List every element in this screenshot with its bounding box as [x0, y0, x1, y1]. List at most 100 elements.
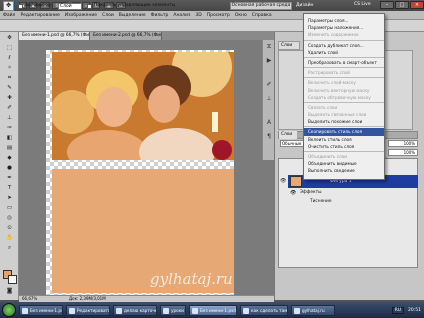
menu-item-0[interactable]: Файл: [3, 13, 15, 18]
language-indicator[interactable]: RU: [391, 306, 405, 314]
taskbar-app-icon: [192, 307, 198, 314]
menu-item-3[interactable]: Слои: [102, 13, 114, 18]
taskbar-button-label: gylhataj.ru: [302, 307, 325, 313]
minimize-button[interactable]: –: [380, 1, 394, 9]
crop-tool-icon[interactable]: ⌗: [3, 74, 16, 83]
zoom-tool-box-icon[interactable]: ⌕: [3, 244, 16, 253]
brush-tool-icon[interactable]: ✐: [3, 104, 16, 113]
close-button[interactable]: ×: [410, 1, 424, 9]
transform-controls-label: Показать управляющие элементы: [94, 3, 176, 8]
taskbar-button-label: как сделать тамб...: [251, 307, 288, 313]
gradient-tool-icon[interactable]: ▤: [3, 144, 16, 153]
effects-visibility-eye-icon[interactable]: 👁: [290, 190, 296, 196]
3d-rotate-icon[interactable]: ◎: [3, 214, 16, 223]
actions-panel-icon[interactable]: ▶: [264, 56, 274, 66]
paragraph-panel-icon[interactable]: ¶: [264, 132, 274, 142]
menu-item-9[interactable]: Окно: [235, 13, 247, 18]
hand-tool-box-icon[interactable]: ✋: [3, 234, 16, 243]
move-tool-preset-icon[interactable]: ✥: [3, 1, 14, 11]
autoselect-select[interactable]: Слой: [58, 3, 82, 10]
transform-controls-checkbox[interactable]: [87, 4, 92, 9]
menu-item-5[interactable]: Фильтр: [151, 13, 169, 18]
clone-stamp-icon[interactable]: ⊥: [3, 114, 16, 123]
blur-tool-icon[interactable]: ◆: [3, 154, 16, 163]
context-menu-item[interactable]: Выполнить сведение: [304, 167, 384, 174]
eraser-tool-icon[interactable]: ◧: [3, 134, 16, 143]
menu-item-2[interactable]: Изображение: [65, 13, 97, 18]
taskbar-button[interactable]: Без имени-1.psd ...: [19, 304, 63, 316]
layer-thumbnail[interactable]: [290, 176, 302, 187]
workspace-design-button[interactable]: Дизайн: [296, 2, 320, 10]
eyedropper-icon[interactable]: ✎: [3, 84, 16, 93]
maximize-button[interactable]: □: [395, 1, 409, 9]
menu-item-1[interactable]: Редактирование: [20, 13, 59, 18]
context-menu-item[interactable]: Вклеить стиль слоя: [304, 136, 384, 143]
taskbar-button[interactable]: делаю карточк...: [113, 304, 157, 316]
layer-effects-row[interactable]: Эффекты: [300, 189, 400, 197]
opacity-field[interactable]: 100%: [388, 140, 418, 147]
context-menu-item[interactable]: Очистить стиль слоя: [304, 143, 384, 150]
layers-tab[interactable]: Слои: [279, 131, 297, 139]
document-tab-2[interactable]: Без имени-2.psd @ 66,7% (Фигура 1, RGB/8…: [90, 32, 162, 40]
context-menu-item: Объединить слои: [308, 154, 347, 159]
context-menu-item[interactable]: Выделить похожие слои: [304, 118, 384, 125]
clone-source-icon[interactable]: ⊥: [264, 94, 274, 104]
dodge-tool-icon[interactable]: ●: [3, 164, 16, 173]
menu-item-6[interactable]: Анализ: [173, 13, 190, 18]
taskbar-button[interactable]: уроки: [160, 304, 186, 316]
taskbar-button-label: уроки: [171, 307, 184, 313]
taskbar-app-icon: [22, 307, 28, 314]
context-menu-item: Растрировать слой: [308, 70, 350, 76]
lasso-tool-icon[interactable]: ℓ: [3, 54, 16, 63]
menu-separator: [304, 76, 384, 79]
taskbar-app-icon: [294, 307, 300, 314]
layer-effect-item[interactable]: Тиснение: [310, 198, 410, 206]
move-tool-icon[interactable]: ✥: [3, 34, 16, 43]
toolbox: ✥ ⬚ ℓ ✧ ⌗ ✎ ✚ ✐ ⊥ ✑ ◧ ▤ ◆ ● ✒ T ➤ ▭ ◎ ⊙ …: [0, 32, 19, 300]
document-tab-1[interactable]: Без имени-1.psd @ 66,7% (Фигура 1, RGB/8…: [19, 32, 90, 40]
context-menu-item: Включить слой-маску: [308, 80, 356, 86]
taskbar-button-label: Редактировать с...: [77, 307, 110, 313]
taskbar-button[interactable]: Без имени-1.psd ...: [189, 304, 237, 316]
menu-separator: [304, 101, 384, 103]
history-panel-icon[interactable]: ⧖: [264, 42, 274, 52]
menu-item-8[interactable]: Просмотр: [207, 13, 230, 18]
context-menu-item[interactable]: Объединить видимые: [304, 160, 384, 167]
marquee-tool-icon[interactable]: ⬚: [3, 44, 16, 53]
healing-brush-icon[interactable]: ✚: [3, 94, 16, 103]
context-menu-item[interactable]: Создать дубликат слоя...: [304, 42, 384, 49]
background-color-swatch[interactable]: [8, 275, 17, 284]
workspace-essentials-button[interactable]: Основная рабочая среда: [230, 2, 292, 10]
taskbar-button[interactable]: Редактировать с...: [66, 304, 110, 316]
panel-tab[interactable]: Слои: [278, 41, 300, 50]
taskbar-button[interactable]: как сделать тамб...: [240, 304, 288, 316]
shape-tool-icon[interactable]: ▭: [3, 204, 16, 213]
layer-visibility-eye-icon[interactable]: 👁: [280, 178, 287, 185]
3d-orbit-icon[interactable]: ⊙: [3, 224, 16, 233]
character-panel-icon[interactable]: A: [264, 118, 274, 128]
history-brush-icon[interactable]: ✑: [3, 124, 16, 133]
path-select-icon[interactable]: ➤: [3, 194, 16, 203]
menu-item-10[interactable]: Справка: [252, 13, 272, 18]
context-menu-item[interactable]: Параметры наложения...: [304, 24, 384, 31]
autoselect-checkbox[interactable]: [18, 4, 23, 9]
context-menu-item[interactable]: Скопировать стиль слоя: [304, 128, 384, 136]
clock[interactable]: 20:51: [408, 308, 421, 313]
panel-icon-strip: ⧖ ▶ ✐ ⊥ A ¶: [262, 40, 274, 160]
start-button[interactable]: [2, 303, 16, 317]
pen-tool-icon[interactable]: ✒: [3, 174, 16, 183]
context-menu-item[interactable]: Удалить слой: [304, 49, 384, 56]
context-menu-item[interactable]: Параметры слоя...: [304, 17, 384, 24]
context-menu-item: Связать слои: [308, 104, 338, 110]
context-menu-item[interactable]: Преобразовать в смарт-объект: [304, 59, 384, 66]
cs-live-button[interactable]: CS Live: [354, 2, 371, 7]
quick-mask-icon[interactable]: ◙: [3, 287, 16, 296]
menu-separator: [304, 125, 384, 128]
menu-item-4[interactable]: Выделение: [119, 13, 146, 18]
fill-field[interactable]: 100%: [388, 149, 418, 156]
menu-item-7[interactable]: 3D: [195, 13, 201, 18]
taskbar-button[interactable]: gylhataj.ru: [291, 304, 335, 316]
type-tool-icon[interactable]: T: [3, 184, 16, 193]
magic-wand-icon[interactable]: ✧: [3, 64, 16, 73]
brushes-panel-icon[interactable]: ✐: [264, 80, 274, 90]
